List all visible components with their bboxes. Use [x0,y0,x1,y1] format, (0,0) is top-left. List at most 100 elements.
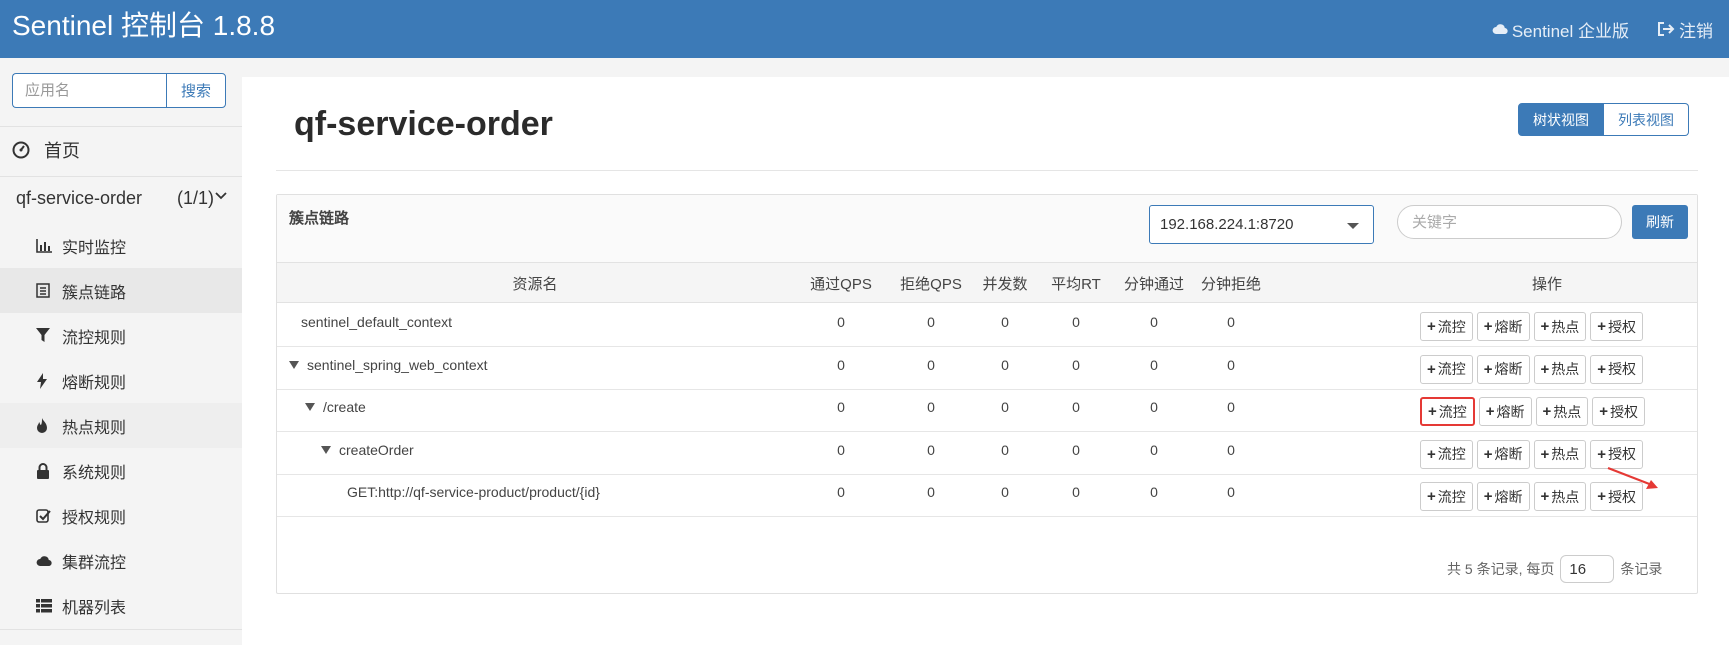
sidebar-item-hotspot-rules[interactable]: 热点规则 [0,403,242,448]
plus-icon: + [1483,445,1493,463]
add-authority-rule-button[interactable]: + 授权 [1590,439,1644,469]
op-label: 熔断 [1494,488,1523,505]
main-panel: qf-service-order 树状视图 列表视图 簇点链路 192.168.… [242,77,1729,645]
add-degrade-rule-button[interactable]: + 熔断 [1476,312,1530,341]
add-hotspot-rule-button[interactable]: + 热点 [1535,397,1589,427]
op-label: 授权 [1610,403,1639,420]
search-button[interactable]: 搜索 [166,73,226,108]
list-view-button[interactable]: 列表视图 [1604,103,1689,136]
annotation-arrow [1607,466,1658,489]
plus-icon: + [1427,488,1436,506]
resource-label: sentinel_default_context [301,314,452,330]
metric-cell: 0 [927,484,935,501]
metric-cell: 0 [927,399,935,416]
top-header: Sentinel 控制台 1.8.8 Sentinel 企业版 注销 [0,0,1729,58]
sidebar-divider [0,126,242,127]
add-hotspot-rule-button[interactable]: + 热点 [1533,354,1587,384]
enterprise-label: Sentinel 企业版 [1511,21,1629,41]
filter-icon [36,328,50,342]
add-flow-rule-button[interactable]: + 流控 [1420,354,1473,384]
resource-card: 簇点链路 192.168.224.1:8720 刷新 资源名 通过QPS 拒绝Q… [276,194,1698,594]
metric-cell: 0 [837,484,845,501]
flash-icon [37,372,47,389]
logout-label: 注销 [1679,21,1713,41]
metric-cell: 0 [1001,399,1009,416]
op-label: 流控 [1437,361,1466,378]
op-label: 熔断 [1496,403,1525,420]
bar-chart-icon [36,238,52,253]
sidebar-app-toggle[interactable]: qf-service-order (1/1) [0,178,242,218]
expand-triangle-icon[interactable] [305,403,315,412]
machine-select[interactable]: 192.168.224.1:8720 [1149,205,1374,244]
add-degrade-rule-button[interactable]: + 熔断 [1476,354,1530,384]
resource-label: /create [323,399,366,416]
expand-triangle-icon[interactable] [289,360,299,369]
menu-label: 系统规则 [62,464,127,482]
add-flow-rule-button[interactable]: + 流控 [1420,312,1473,341]
sidebar-item-authority-rules[interactable]: 授权规则 [0,493,242,538]
expand-triangle-icon[interactable] [321,445,331,454]
sidebar-item-home[interactable]: 首页 [12,133,80,167]
lock-icon [37,462,49,479]
metric-cell: 0 [1001,441,1009,458]
op-label: 熔断 [1494,361,1523,378]
plus-icon: + [1483,318,1493,335]
app-title[interactable]: Sentinel 控制台 1.8.8 [12,8,275,44]
sidebar-item-cluster-flow[interactable]: 集群流控 [0,538,242,583]
resource-label: sentinel_spring_web_context [307,356,488,373]
metric-cell: 0 [927,441,935,458]
add-flow-rule-button[interactable]: + 流控 [1420,397,1475,427]
menu-label: 簇点链路 [62,284,127,302]
sidebar-item-machine-list[interactable]: 机器列表 [0,583,242,628]
add-authority-rule-button[interactable]: + 授权 [1592,397,1646,427]
metric-cell: 0 [1001,484,1009,501]
op-label: 流控 [1437,446,1466,463]
sidebar-item-cluster-point-link[interactable]: 簇点链路 [0,268,242,313]
add-hotspot-rule-button[interactable]: + 热点 [1533,482,1587,512]
add-authority-rule-button[interactable]: + 授权 [1590,312,1644,341]
metric-cell: 0 [1150,441,1158,458]
add-degrade-rule-button[interactable]: + 熔断 [1476,482,1530,512]
page-size-input[interactable]: 16 [1560,555,1615,583]
enterprise-link[interactable]: Sentinel 企业版 [1492,17,1629,42]
card-header: 簇点链路 192.168.224.1:8720 刷新 [277,195,1697,263]
sidebar-item-flow-rules[interactable]: 流控规则 [0,313,242,358]
metric-cell: 0 [1072,441,1080,458]
app-search-input[interactable] [12,73,166,108]
add-degrade-rule-button[interactable]: + 熔断 [1476,439,1530,469]
row-actions: + 流控 + 熔断 + 热点 + 授权 [1420,312,1647,341]
add-hotspot-rule-button[interactable]: + 热点 [1533,439,1587,469]
table-row: sentinel_default_context 0 0 0 0 0 0 + 流控 + 熔断 + 热点 +… [277,304,1697,347]
metric-cell: 0 [1072,484,1080,501]
sidebar-item-degrade-rules[interactable]: 熔断规则 [0,358,242,403]
add-authority-rule-button[interactable]: + 授权 [1590,354,1644,384]
resource-name: GET:http://qf-service-product/product/{i… [347,484,600,500]
op-label: 流控 [1437,318,1466,335]
refresh-button[interactable]: 刷新 [1632,205,1688,239]
resource-label: createOrder [339,441,414,458]
plus-icon: + [1427,445,1436,463]
add-hotspot-rule-button[interactable]: + 热点 [1533,312,1587,341]
sidebar-item-system-rules[interactable]: 系统规则 [0,448,242,493]
card-title: 簇点链路 [289,210,350,227]
menu-label: 实时监控 [62,239,127,257]
metric-cell: 0 [1072,314,1080,330]
view-toggle: 树状视图 列表视图 [1518,103,1689,136]
add-degrade-rule-button[interactable]: + 熔断 [1478,397,1532,427]
op-label: 热点 [1551,446,1580,463]
resource-name: sentinel_spring_web_context [289,357,488,373]
sidebar-item-realtime-monitor[interactable]: 实时监控 [0,223,242,268]
menu-label: 热点规则 [62,419,127,437]
fire-icon [37,417,47,433]
dashboard-icon [12,141,30,159]
add-flow-rule-button[interactable]: + 流控 [1420,482,1473,512]
add-flow-rule-button[interactable]: + 流控 [1420,439,1473,469]
logout-link[interactable]: 注销 [1657,17,1713,42]
tree-view-button[interactable]: 树状视图 [1518,103,1604,136]
op-label: 授权 [1608,361,1637,378]
pagination-prefix: 共 5 条记录, 每页 [1447,561,1555,577]
keyword-input[interactable] [1397,205,1622,239]
op-label: 授权 [1608,446,1637,463]
metric-cell: 0 [1227,441,1235,458]
cloud-icon [36,555,52,566]
